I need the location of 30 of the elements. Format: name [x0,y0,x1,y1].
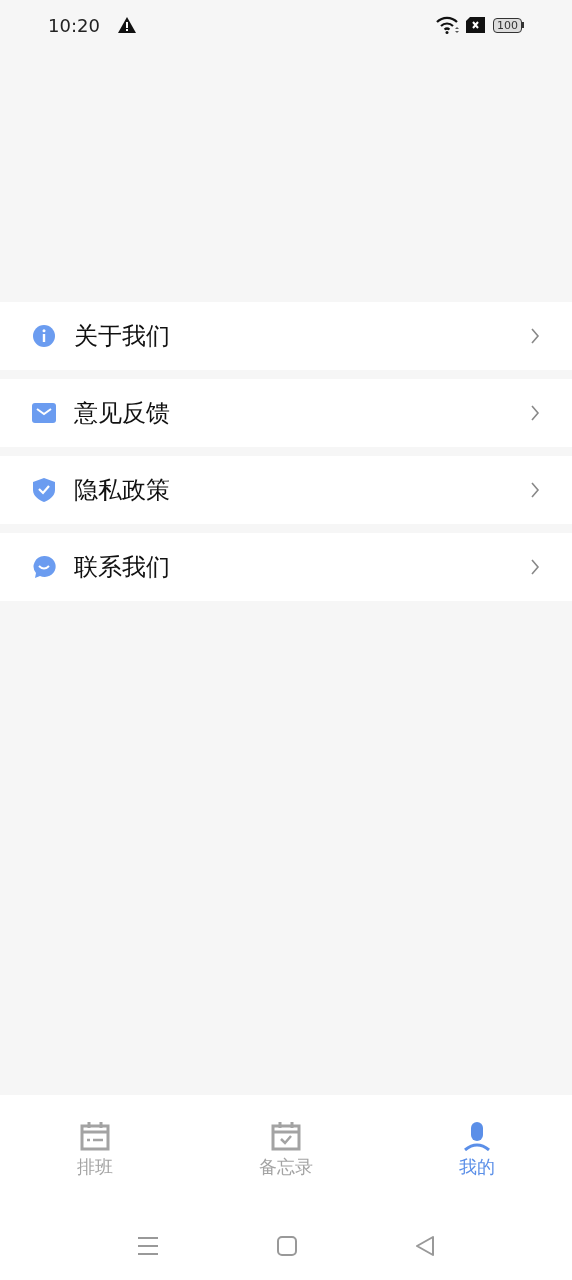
tab-label: 排班 [77,1155,113,1179]
menu-label: 联系我们 [74,552,171,583]
chevron-right-icon [530,405,540,421]
calendar-icon [80,1121,110,1151]
menu-label: 关于我们 [74,321,171,352]
warning-icon [117,17,136,33]
chevron-right-icon [530,559,540,575]
chevron-right-icon [530,482,540,498]
wifi-icon [436,16,460,34]
home-icon[interactable] [277,1236,297,1256]
tab-label: 备忘录 [259,1155,313,1179]
shield-icon [33,478,55,502]
menu-label: 隐私政策 [74,475,171,506]
info-icon [32,324,56,348]
sim-icon [466,17,485,33]
mail-icon [32,403,56,423]
menu-item[interactable]: 意见反馈 [0,379,572,447]
menu-icon[interactable] [137,1236,159,1256]
menu-item[interactable]: 联系我们 [0,533,572,601]
menu-label: 意见反馈 [74,398,171,429]
battery-icon: 100 [493,17,524,33]
chevron-right-icon [530,328,540,344]
status-time: 10:20 [48,13,100,38]
menu-item[interactable]: 关于我们 [0,302,572,370]
person-icon [462,1121,492,1151]
back-icon[interactable] [415,1236,435,1256]
calendar-check-icon [271,1121,301,1151]
menu-item[interactable]: 隐私政策 [0,456,572,524]
chat-icon [32,555,56,579]
tab-label: 我的 [459,1155,495,1179]
